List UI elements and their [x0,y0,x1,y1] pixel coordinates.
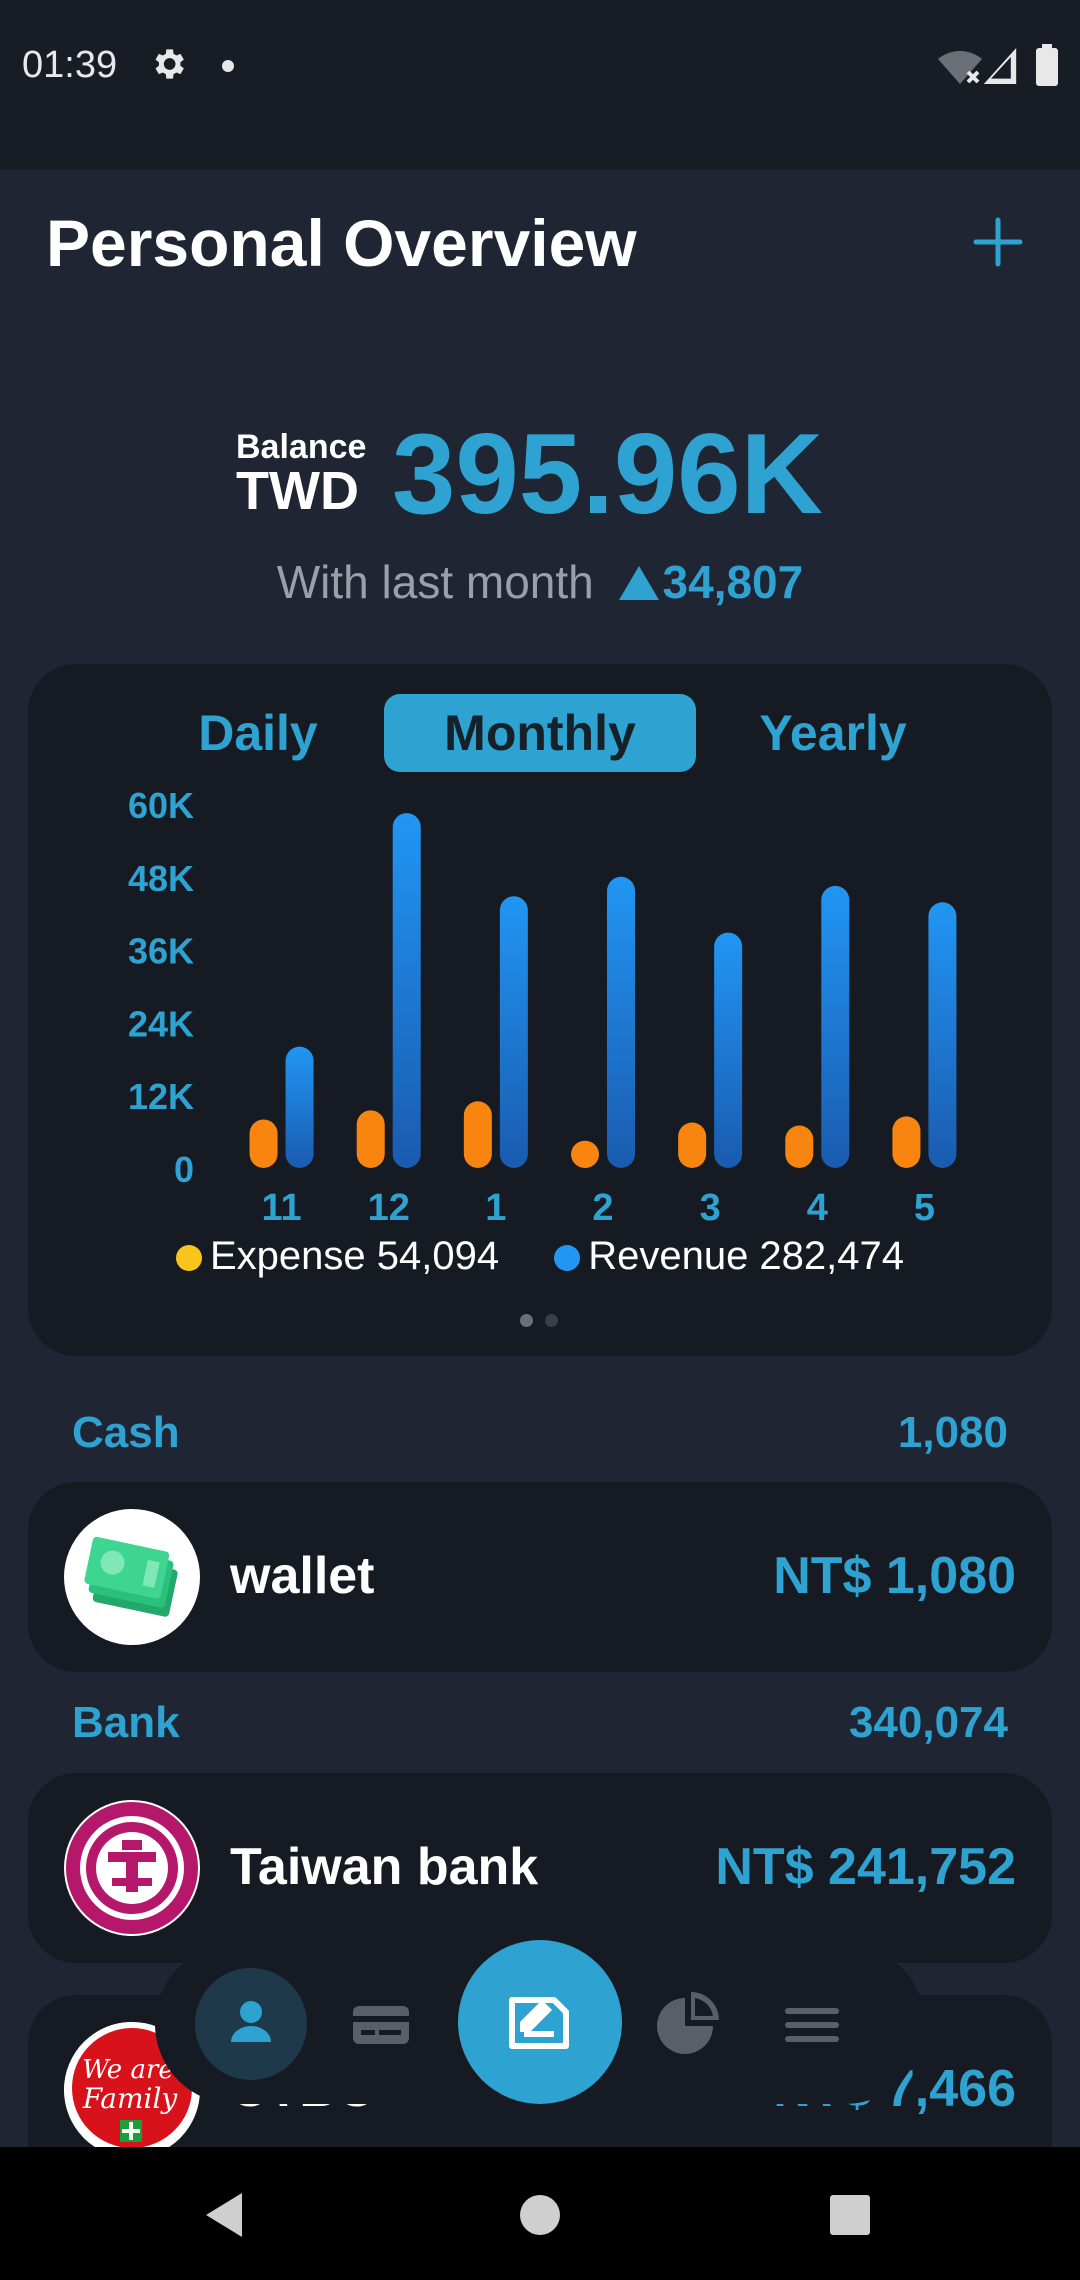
expense-bar [356,1110,385,1168]
svg-text:We are: We are [82,2055,174,2085]
account-card-taiwan-bank[interactable]: Taiwan bank NT$ 241,752 [28,1773,1052,1963]
back-icon[interactable] [196,2185,256,2245]
status-bar: 01:39 [0,0,1080,170]
expense-bar [571,1140,599,1168]
revenue-bar [821,885,850,1168]
settings-gear-icon [155,49,184,79]
account-name: wallet [230,1547,375,1605]
y-tick-label: 0 [174,1149,194,1190]
expense-bar [249,1119,278,1168]
last-month-delta: 34,807 [662,556,804,608]
expense-bar [463,1101,492,1168]
section-label-cash: Cash [72,1408,180,1457]
section-total-bank: 340,074 [848,1698,1008,1747]
svg-text:Family: Family [82,2082,179,2115]
legend-expense: Expense 54,094 [175,1234,500,1279]
nav-card[interactable] [323,1968,435,2080]
last-month-label: With last month [276,556,594,608]
nav-person[interactable] [195,1968,307,2080]
x-tick-label: 1 [485,1187,506,1229]
triangle-up-icon [618,566,659,600]
page-dot [545,1314,558,1327]
tab-monthly[interactable]: Monthly [384,694,696,772]
balance-currency: TWD [236,461,359,521]
taiwan-bank-logo-icon [64,1800,200,1936]
revenue-bar [392,813,421,1168]
legend-expense-label: Expense 54,094 [209,1234,500,1278]
last-month-comparison: With last month 34,807 [0,555,1080,609]
transaction-icon [509,1997,569,2049]
expense-bar [785,1125,814,1168]
expense-dot-icon [175,1245,202,1271]
x-tick-label: 11 [261,1187,301,1229]
x-tick-label: 2 [592,1187,613,1229]
x-tick-label: 4 [807,1187,828,1229]
menu-icon [785,2008,839,2042]
x-tick-label: 3 [700,1187,721,1229]
page-dot-active [520,1314,533,1327]
notification-dot [222,60,234,72]
chart-legend: Expense 54,094 Revenue 282,474 [28,1234,1052,1279]
revenue-dot-icon [554,1245,581,1271]
chart-card: 0 12K 24K 36K 48K 60K 11 12 1 2 3 4 5 Daily Monthly … [28,664,1052,1356]
expense-bar [678,1122,707,1168]
wifi-off-icon [938,51,982,84]
page-title: Personal Overview [46,206,637,280]
revenue-bar [928,902,957,1168]
home-icon[interactable] [510,2185,570,2245]
add-transaction-button[interactable] [458,1940,622,2104]
y-tick-label: 36K [128,931,194,972]
account-amount: NT$ 1,080 [773,1547,1016,1605]
tab-yearly[interactable]: Yearly [718,694,948,772]
x-tick-label: 12 [368,1187,410,1229]
plus-icon[interactable] [968,212,1028,272]
balance-label: Balance [236,428,367,466]
revenue-bar [499,896,528,1168]
revenue-bar [607,876,635,1168]
card-icon [353,2006,409,2044]
x-tick-label: 5 [914,1187,935,1229]
account-name: Taiwan bank [230,1838,539,1896]
y-tick-label: 60K [128,785,194,826]
legend-revenue-label: Revenue 282,474 [588,1234,905,1278]
revenue-bar [714,932,743,1168]
revenue-bar [285,1046,314,1168]
expense-bar [892,1116,921,1168]
section-total-cash: 1,080 [897,1408,1008,1457]
y-tick-label: 24K [128,1003,194,1044]
system-navigation-bar [0,2147,1080,2280]
battery-icon [1036,44,1058,86]
y-tick-label: 48K [128,858,194,899]
section-label-bank: Bank [72,1698,180,1747]
account-amount: NT$ 241,752 [715,1838,1016,1896]
account-card-wallet[interactable]: wallet NT$ 1,080 [28,1482,1052,1672]
balance-value: 395.96K [392,411,824,538]
signal-icon [983,48,1017,84]
legend-revenue: Revenue 282,474 [554,1234,904,1279]
nav-pie-chart[interactable] [631,1968,743,2080]
nav-menu[interactable] [755,1968,867,2080]
pie-chart-icon [657,1992,719,2054]
y-tick-label: 12K [128,1076,194,1117]
page-indicator [520,1314,570,1332]
tab-daily[interactable]: Daily [148,694,368,772]
person-icon [231,2001,271,2042]
recents-icon[interactable] [820,2185,880,2245]
status-time: 01:39 [22,44,118,86]
cash-logo-icon [64,1509,200,1645]
